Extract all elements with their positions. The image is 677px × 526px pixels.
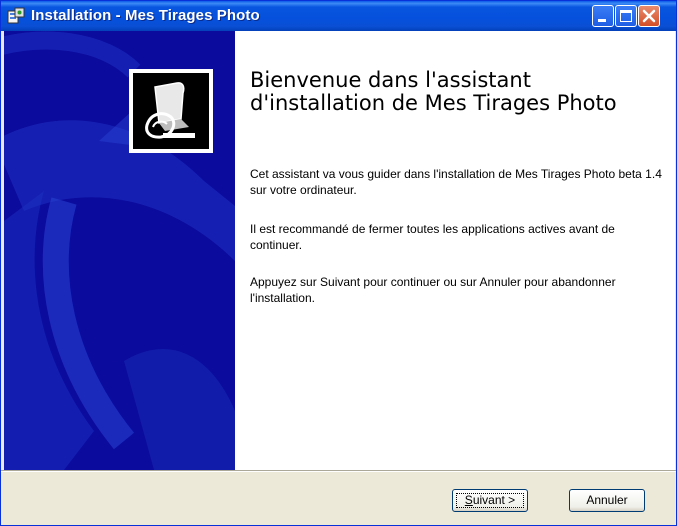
maximize-icon [620,10,632,22]
installer-window: Installation - Mes Tirages Photo Bienven… [0,0,677,526]
window-title: Installation - Mes Tirages Photo [31,7,260,24]
focus-rectangle [456,493,524,508]
title-bar[interactable]: Installation - Mes Tirages Photo [1,1,676,31]
close-apps-paragraph: Il est recommandé de fermer toutes les a… [250,222,615,252]
minimize-button[interactable] [592,5,614,27]
instructions-paragraph: Appuyez sur Suivant pour continuer ou su… [250,275,616,305]
next-button[interactable]: Suivant > [452,489,528,512]
minimize-icon [598,19,606,22]
computer-disk-icon [145,82,195,139]
button-separator [1,470,676,472]
maximize-button[interactable] [615,5,637,27]
close-icon [642,9,656,23]
intro-paragraph: Cet assistant va vous guider dans l'inst… [250,167,662,197]
close-button[interactable] [638,5,660,27]
installer-icon [7,7,25,24]
welcome-heading: Bienvenue dans l'assistant d'installatio… [250,68,617,115]
setup-logo [129,69,213,153]
wizard-side-graphic [4,31,235,470]
cancel-button[interactable]: Annuler [569,489,645,512]
cancel-button-label: Annuler [586,493,628,507]
wizard-content: Bienvenue dans l'assistant d'installatio… [235,31,675,470]
